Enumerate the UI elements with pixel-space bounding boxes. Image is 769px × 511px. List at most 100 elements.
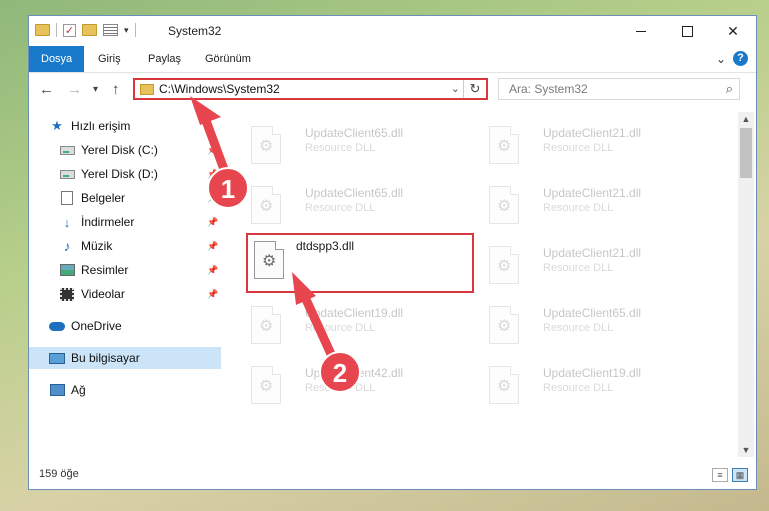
address-path[interactable]: C:\Windows\System32 [159, 82, 280, 96]
back-arrow-icon[interactable]: ← [39, 81, 54, 98]
status-bar: 159 öğe ≡ ▦ [29, 463, 756, 489]
pin-icon[interactable]: 📌 [207, 217, 218, 228]
tiles-view-icon[interactable]: ▦ [732, 468, 748, 482]
file-description: Resource DLL [305, 322, 376, 334]
file-name: UpdateClient65.dll [305, 126, 404, 140]
star-icon: ★ [51, 118, 63, 133]
file-description: Resource DLL [305, 142, 376, 154]
file-name: UpdateClient21.dll [543, 126, 642, 140]
toolbar-divider [56, 23, 57, 37]
new-folder-icon[interactable] [82, 24, 97, 36]
sidebar-item-label: Müzik [81, 239, 113, 253]
sidebar-item-label: Hızlı erişim [71, 119, 131, 133]
address-bar[interactable]: C:\Windows\System32 ⌄ ↻ [133, 78, 488, 100]
file-item[interactable]: ⚙ UpdateClient21.dll Resource DLL [485, 180, 715, 236]
tab-view[interactable]: Görünüm [193, 46, 263, 72]
video-icon [59, 287, 75, 301]
pin-icon[interactable]: 📌 [207, 145, 218, 156]
recent-locations-icon[interactable]: ▾ [93, 84, 98, 95]
sidebar-item-network[interactable]: Ağ [29, 379, 221, 401]
pin-icon[interactable]: 📌 [207, 289, 218, 300]
file-item[interactable]: ⚙ UpdateClient65.dll Resource DLL [485, 300, 715, 356]
up-arrow-icon[interactable]: ↑ [112, 81, 120, 98]
file-description: Resource DLL [305, 382, 376, 394]
navigation-pane: ★ Hızlı erişim Yerel Disk (C:) 📌 Yerel D… [29, 112, 221, 457]
file-name: UpdateClient21.dll [543, 186, 642, 200]
dll-file-icon: ⚙ [485, 246, 525, 288]
tab-file[interactable]: Dosya [29, 46, 85, 72]
forward-arrow-icon[interactable]: → [67, 81, 82, 98]
sidebar-item-downloads[interactable]: ↓ İndirmeler 📌 [29, 211, 221, 233]
dll-file-icon: ⚙ [485, 306, 525, 348]
file-description: Resource DLL [543, 382, 614, 394]
download-icon: ↓ [63, 214, 71, 230]
file-item[interactable]: ⚙ UpdateClient21.dll Resource DLL [485, 120, 715, 176]
refresh-icon[interactable]: ↻ [463, 80, 486, 98]
tab-home[interactable]: Giriş [86, 46, 133, 72]
document-icon [59, 191, 75, 205]
pin-icon[interactable]: 📌 [207, 265, 218, 276]
sidebar-item-videos[interactable]: Videolar 📌 [29, 283, 221, 305]
file-list: ⚙ UpdateClient65.dll Resource DLL ⚙ Upda… [237, 112, 741, 457]
minimize-button[interactable] [618, 16, 664, 46]
window-title: System32 [168, 24, 222, 38]
scrollbar-thumb[interactable] [740, 128, 752, 178]
toolbar-divider [134, 23, 136, 37]
sidebar-item-label: Belgeler [81, 191, 126, 205]
minimize-icon [636, 30, 646, 32]
window-controls: ✕ [618, 16, 756, 46]
close-button[interactable]: ✕ [710, 16, 756, 46]
search-input[interactable]: Ara: System32 ⌕ [498, 78, 740, 100]
dll-file-icon: ⚙ [247, 186, 287, 228]
item-count: 159 öğe [39, 468, 79, 480]
help-icon[interactable]: ? [733, 51, 748, 66]
scroll-down-icon[interactable]: ▼ [738, 443, 754, 457]
sidebar-item-local-disk-c[interactable]: Yerel Disk (C:) 📌 [29, 139, 221, 161]
file-item[interactable]: ⚙ UpdateClient19.dll Resource DLL [247, 300, 477, 356]
properties-check-icon[interactable]: ✓ [63, 23, 76, 37]
pin-icon[interactable]: 📌 [207, 193, 218, 204]
sidebar-item-documents[interactable]: Belgeler 📌 [29, 187, 221, 209]
dll-file-icon: ⚙ [247, 126, 287, 168]
search-icon[interactable]: ⌕ [726, 81, 733, 97]
search-placeholder: Ara: System32 [509, 82, 588, 96]
tab-share[interactable]: Paylaş [136, 46, 193, 72]
sidebar-item-label: Videolar [81, 287, 125, 301]
drive-icon [59, 143, 75, 157]
file-name: UpdateClient19.dll [305, 306, 404, 320]
file-item[interactable]: ⚙ UpdateClient65.dll Resource DLL [247, 180, 477, 236]
file-item[interactable]: ⚙ UpdateClient65.dll Resource DLL [247, 120, 477, 176]
pin-icon[interactable]: 📌 [207, 241, 218, 252]
customize-toolbar-icon[interactable]: ▾ [124, 25, 129, 36]
scroll-up-icon[interactable]: ▲ [738, 112, 754, 126]
sidebar-item-pictures[interactable]: Resimler 📌 [29, 259, 221, 281]
file-name: UpdateClient65.dll [305, 186, 404, 200]
sidebar-item-quick-access[interactable]: ★ Hızlı erişim [29, 115, 221, 137]
file-item-dtdspp3[interactable]: ⚙ dtdspp3.dll [246, 233, 474, 293]
sidebar-item-label: Yerel Disk (C:) [81, 143, 158, 157]
file-item[interactable]: ⚙ UpdateClient19.dll Resource DLL [485, 360, 715, 416]
maximize-icon [681, 25, 693, 37]
network-icon [49, 383, 65, 397]
file-description: Resource DLL [305, 202, 376, 214]
file-description: Resource DLL [543, 262, 614, 274]
cloud-icon [49, 319, 65, 333]
file-name: UpdateClient42.dll [305, 366, 404, 380]
details-view-icon[interactable]: ≡ [712, 468, 728, 482]
file-item[interactable]: ⚙ UpdateClient42.dll Resource DLL [247, 360, 477, 416]
file-item[interactable]: ⚙ UpdateClient21.dll Resource DLL [485, 240, 715, 296]
folder-icon [140, 84, 154, 95]
vertical-scrollbar[interactable]: ▲ ▼ [738, 112, 754, 457]
sidebar-item-local-disk-d[interactable]: Yerel Disk (D:) 📌 [29, 163, 221, 185]
address-dropdown-icon[interactable]: ⌄ [451, 82, 460, 95]
expand-ribbon-icon[interactable]: ⌄ [716, 52, 726, 66]
sidebar-item-this-pc[interactable]: Bu bilgisayar [29, 347, 221, 369]
dll-file-icon: ⚙ [247, 306, 287, 348]
pin-icon[interactable]: 📌 [207, 169, 218, 180]
file-name: dtdspp3.dll [296, 239, 355, 253]
sidebar-item-onedrive[interactable]: OneDrive [29, 315, 221, 337]
properties-icon[interactable] [103, 24, 118, 36]
file-name: UpdateClient21.dll [543, 246, 642, 260]
sidebar-item-music[interactable]: ♪ Müzik 📌 [29, 235, 221, 257]
maximize-button[interactable] [664, 16, 710, 46]
